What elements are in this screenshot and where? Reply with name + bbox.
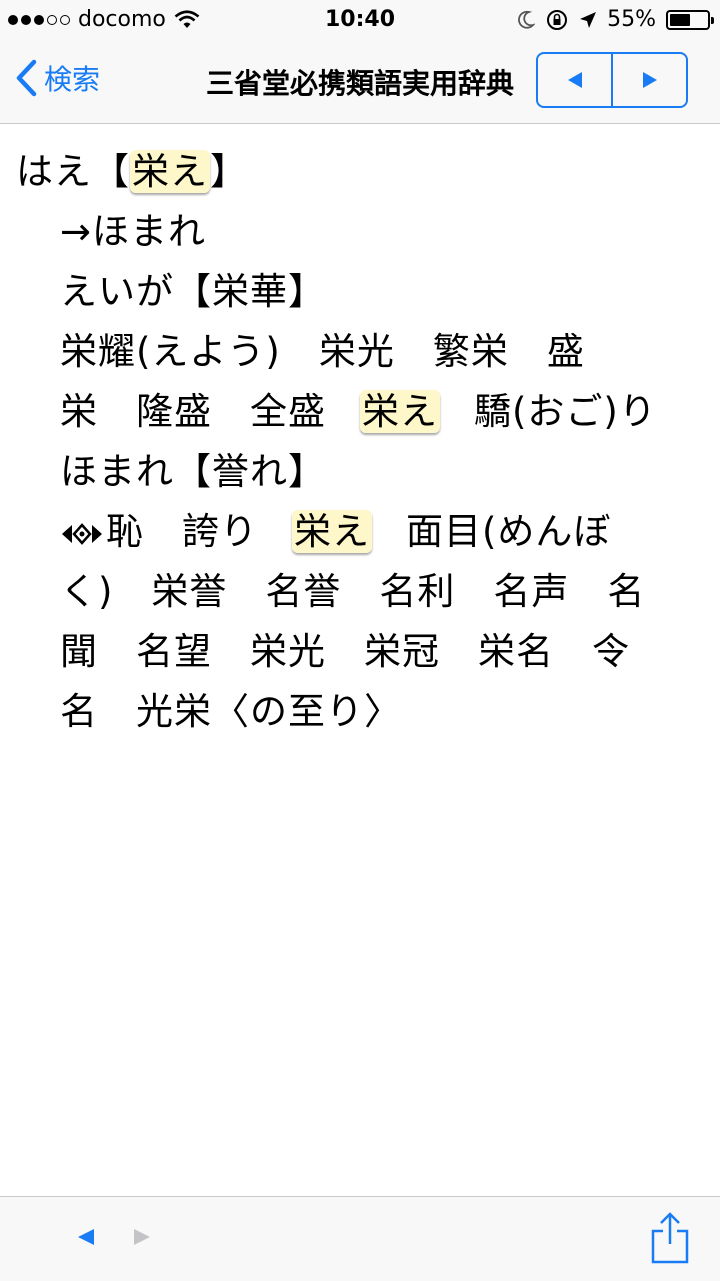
synonym-text: 面目(めんぼ [406,510,612,553]
history-forward-button[interactable] [130,1225,154,1253]
triangle-left-icon [567,72,582,88]
synonym-line: 栄耀(えよう) 栄光 繁栄 盛 [60,322,585,382]
triangle-right-icon [134,1229,150,1245]
status-bar: docomo 10:40 55% [0,0,720,40]
synonym-line: く) 栄誉 名誉 名利 名声 名 [60,562,645,622]
entry-navigation-control [536,52,688,108]
location-arrow-icon [580,11,597,28]
next-entry-button[interactable] [611,54,686,106]
synonym-text: く) 栄誉 名誉 名利 名声 名 [60,570,646,613]
triangle-right-icon [642,72,657,88]
page-title: 三省堂必携類語実用辞典 [205,67,514,100]
synonym-line: 名 光栄〈の至り〉 [60,682,402,742]
battery-fill [670,13,690,26]
synonym-text: 恥 誇り [106,510,258,553]
antonym-icon [62,522,102,545]
battery-percent: 55% [607,7,656,32]
share-icon [651,1212,689,1264]
subentry-heading: えいが【栄華】 [60,262,326,322]
synonym-text: 栄耀(えよう) 栄光 繁栄 盛 [60,330,585,373]
dictionary-entry: はえ【栄え】 →ほまれ えいが【栄華】 栄耀(えよう) 栄光 繁栄 盛 栄 隆盛… [0,124,720,1196]
synonym-line: 聞 名望 栄光 栄冠 栄名 令 [60,622,630,682]
synonym-text: 聞 名望 栄光 栄冠 栄名 令 [60,630,630,673]
highlighted-term: 栄え [130,150,210,193]
battery-icon [666,9,714,30]
synonym-line: 栄 隆盛 全盛 栄え 驕(おご)り [60,382,657,442]
moon-icon [518,10,536,29]
highlighted-term: 栄え [292,510,372,553]
synonym-text: 栄 隆盛 全盛 [60,390,326,433]
navigation-bar: 検索 三省堂必携類語実用辞典 [0,40,720,124]
reference-line[interactable]: →ほまれ [60,202,206,262]
headword-line: はえ【栄え】 [16,142,248,202]
synonym-text: 驕(おご)り [474,390,657,433]
chevron-left-icon [16,59,37,97]
highlighted-term: 栄え [360,390,440,433]
back-button[interactable]: 検索 [14,58,100,98]
back-button-label: 検索 [44,63,101,96]
headword-bracket-close: 】 [210,150,248,193]
subentry-eiga: えいが【栄華】 [60,270,326,313]
subentry-heading: ほまれ【誉れ】 [60,442,326,502]
subentry-homare: ほまれ【誉れ】 [60,450,326,493]
bottom-toolbar [0,1196,720,1281]
rotation-lock-icon [547,9,568,30]
headword-reading: はえ【 [16,150,130,193]
status-right: 55% [517,7,714,32]
previous-entry-button[interactable] [538,54,611,106]
triangle-left-icon [78,1229,94,1245]
synonym-text: 名 光栄〈の至り〉 [60,690,402,733]
synonym-line: 恥 誇り 栄え 面目(めんぼ [60,502,611,562]
share-button[interactable] [650,1211,690,1269]
reference-link[interactable]: →ほまれ [60,210,206,253]
history-back-button[interactable] [74,1225,98,1253]
